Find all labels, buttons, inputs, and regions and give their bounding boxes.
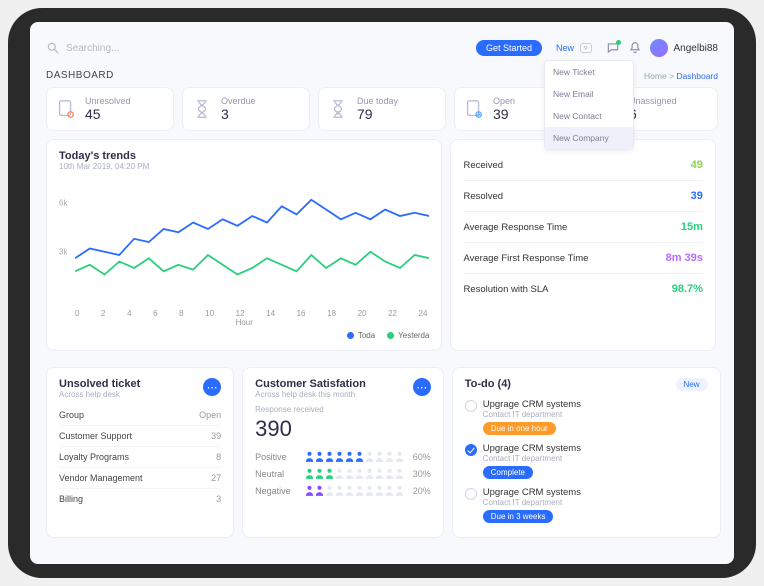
stat-label: Open — [493, 96, 515, 106]
metric-row: Average First Response Time 8m 39s — [463, 243, 702, 274]
y-tick: 3k — [59, 248, 67, 257]
stat-card[interactable]: Overdue3 — [182, 87, 310, 131]
todo-item[interactable]: Upgrage CRM systemsContact IT department… — [465, 483, 708, 527]
metric-label: Average First Response Time — [463, 253, 588, 264]
stat-value: 39 — [493, 106, 515, 122]
table-row[interactable]: Loyalty Programs8 — [59, 447, 221, 468]
x-ticks: 024681012141618202224 — [59, 307, 429, 318]
unsolved-subtitle: Across help desk — [59, 390, 140, 399]
get-started-button[interactable]: Get Started — [476, 40, 542, 56]
stat-label: Due today — [357, 96, 398, 106]
new-menu-item[interactable]: New Contact — [545, 105, 633, 127]
new-menu-item[interactable]: New Company — [545, 127, 633, 149]
app-screen: Searching... Get Started New ▿ New Ticke… — [30, 22, 734, 564]
satisfaction-subtitle: Across help desk this month — [255, 390, 366, 399]
unsolved-ticket-card: Unsolved ticket Across help desk ⋯ Group… — [46, 367, 234, 538]
more-icon[interactable]: ⋯ — [203, 378, 221, 396]
metric-value: 98.7% — [672, 283, 703, 295]
trends-card: Today's trends 10th Mar 2019, 04:20 PM 6… — [46, 139, 442, 351]
metric-row: Resolved 39 — [463, 181, 702, 212]
todo-item[interactable]: Upgrage CRM systemsContact IT department… — [465, 439, 708, 483]
metric-row: Average Response Time 15m — [463, 212, 702, 243]
satisfaction-card: Customer Satisfation Across help desk th… — [242, 367, 444, 538]
stat-label: Unresolved — [85, 96, 131, 106]
x-axis-title: Hour — [59, 318, 429, 327]
table-row[interactable]: Billing3 — [59, 489, 221, 509]
topbar: Searching... Get Started New ▿ New Ticke… — [46, 34, 718, 62]
status-pill: Due in 3 weeks — [483, 510, 554, 523]
satisfaction-row: Negative20% — [255, 482, 431, 499]
metric-value: 15m — [681, 221, 703, 233]
unsolved-table: GroupOpenCustomer Support39Loyalty Progr… — [59, 405, 221, 509]
satisfaction-rows: Positive60%Neutral30%Negative20% — [255, 448, 431, 499]
avatar — [650, 39, 668, 57]
bell-icon[interactable] — [628, 41, 642, 55]
checkbox[interactable] — [465, 444, 477, 456]
tablet-frame: Searching... Get Started New ▿ New Ticke… — [8, 8, 756, 578]
metric-row: Resolution with SLA 98.7% — [463, 274, 702, 304]
people-icons — [305, 451, 404, 462]
new-label: New — [556, 43, 574, 53]
response-value: 390 — [255, 416, 431, 442]
chart-legend: Toda Yesterda — [59, 331, 429, 340]
metric-label: Resolved — [463, 191, 503, 202]
people-icons — [305, 485, 404, 496]
checkbox[interactable] — [465, 400, 477, 412]
new-menu-item[interactable]: New Ticket — [545, 61, 633, 83]
trends-subtitle: 10th Mar 2019, 04:20 PM — [59, 162, 429, 171]
todo-card: To-do (4) New Upgrage CRM systemsContact… — [452, 367, 721, 538]
breadcrumb-home[interactable]: Home — [644, 71, 667, 81]
todo-title: To-do (4) — [465, 378, 511, 390]
satisfaction-row: Positive60% — [255, 448, 431, 465]
table-row[interactable]: Customer Support39 — [59, 426, 221, 447]
metric-label: Average Response Time — [463, 222, 567, 233]
stat-label: Overdue — [221, 96, 256, 106]
todo-item[interactable]: Upgrage CRM systemsContact IT department… — [465, 395, 708, 439]
stat-card[interactable]: Unresolved45 — [46, 87, 174, 131]
todo-new-button[interactable]: New — [676, 378, 708, 391]
search-placeholder: Searching... — [66, 43, 119, 54]
user-menu[interactable]: Angelbi88 — [650, 39, 718, 57]
todo-list: Upgrage CRM systemsContact IT department… — [465, 395, 708, 527]
stat-label: Unassigned — [629, 96, 677, 106]
trends-title: Today's trends — [59, 150, 429, 162]
metric-value: 49 — [691, 159, 703, 171]
y-tick: 6k — [59, 199, 67, 208]
satisfaction-title: Customer Satisfation — [255, 378, 366, 390]
metrics-card: Received 49 Resolved 39 Average Response Tim… — [450, 139, 715, 351]
page-title: DASHBOARD — [46, 70, 114, 81]
metric-value: 39 — [691, 190, 703, 202]
chevron-down-icon: ▿ — [580, 43, 592, 53]
search-icon — [46, 41, 60, 55]
status-pill: Complete — [483, 466, 533, 479]
stat-value: 3 — [221, 106, 256, 122]
stat-value: 79 — [357, 106, 398, 122]
new-menu-item[interactable]: New Email — [545, 83, 633, 105]
metric-row: Received 49 — [463, 150, 702, 181]
more-icon[interactable]: ⋯ — [413, 378, 431, 396]
people-icons — [305, 468, 404, 479]
chat-icon[interactable] — [606, 41, 620, 55]
table-row[interactable]: Vendor Management27 — [59, 468, 221, 489]
username: Angelbi88 — [674, 43, 718, 54]
metric-label: Received — [463, 160, 503, 171]
table-row[interactable]: GroupOpen — [59, 405, 221, 426]
trends-chart: 6k 3k — [59, 177, 429, 307]
new-dropdown-trigger[interactable]: New ▿ — [550, 40, 598, 56]
metric-label: Resolution with SLA — [463, 284, 548, 295]
stat-value: 6 — [629, 106, 677, 122]
stat-value: 45 — [85, 106, 131, 122]
metric-value: 8m 39s — [666, 252, 703, 264]
stat-card[interactable]: Due today79 — [318, 87, 446, 131]
breadcrumb: Home > Dashboard — [644, 71, 718, 81]
response-label: Response received — [255, 405, 431, 414]
unsolved-title: Unsolved ticket — [59, 378, 140, 390]
status-pill: Due in one hour — [483, 422, 556, 435]
new-dropdown-menu: New TicketNew EmailNew ContactNew Compan… — [544, 60, 634, 150]
breadcrumb-current: Dashboard — [676, 71, 718, 81]
satisfaction-row: Neutral30% — [255, 465, 431, 482]
search-box[interactable]: Searching... — [46, 41, 468, 55]
checkbox[interactable] — [465, 488, 477, 500]
